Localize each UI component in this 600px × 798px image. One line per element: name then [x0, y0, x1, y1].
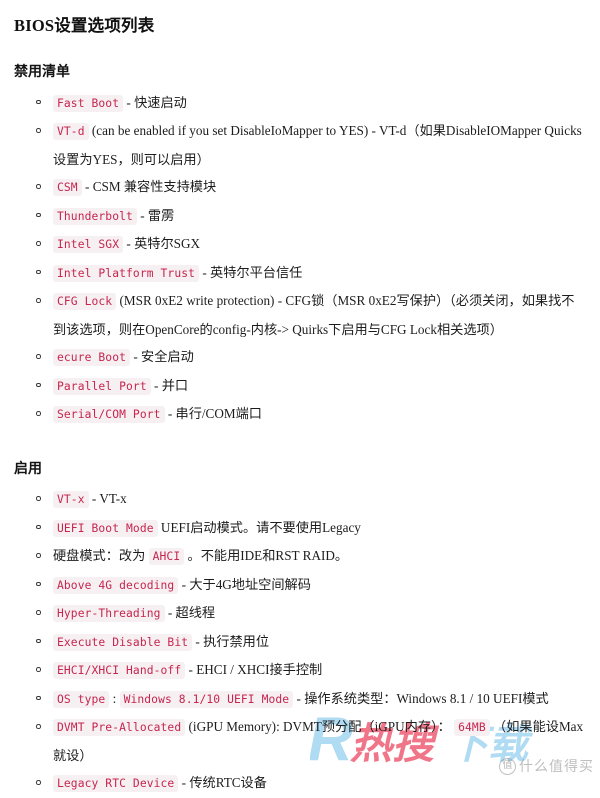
code-tag: UEFI Boot Mode — [53, 519, 158, 537]
item-text: - 英特尔SGX — [123, 236, 201, 252]
item-text: UEFI启动模式。请不要使用Legacy — [157, 519, 361, 535]
section-heading-disable: 禁用清单 — [14, 65, 70, 81]
enable-option-list: VT-x - VT-x UEFI Boot Mode UEFI启动模式。请不要使用… — [14, 485, 586, 798]
item-text: - 操作系统类型：Windows 8.1 / 10 UEFI模式 — [293, 690, 549, 706]
list-item: Intel Platform Trust - 英特尔平台信任 — [36, 259, 586, 288]
list-item: Fast Boot - 快速启动 — [36, 89, 586, 118]
item-text: - 并口 — [150, 377, 189, 393]
code-tag: CSM — [53, 179, 82, 197]
code-tag: ecure Boot — [53, 349, 131, 367]
code-tag: Parallel Port — [53, 377, 151, 395]
item-text: - 串行/COM端口 — [164, 406, 262, 422]
list-item: UEFI Boot Mode UEFI启动模式。请不要使用Legacy — [36, 514, 586, 543]
section-heading-enable: 启用 — [14, 461, 42, 477]
code-tag: DVMT Pre-Allocated — [53, 719, 186, 737]
code-tag: EHCI/XHCI Hand-off — [53, 662, 186, 680]
code-tag: OS type — [53, 690, 110, 708]
code-tag: Fast Boot — [53, 94, 124, 112]
item-text: - CSM 兼容性支持模块 — [81, 179, 217, 195]
item-text: - 雷雳 — [136, 207, 175, 223]
code-tag: 64MB — [454, 719, 490, 737]
code-tag: Intel Platform Trust — [53, 264, 200, 282]
list-item: Parallel Port - 并口 — [36, 372, 586, 401]
item-text: - 英特尔平台信任 — [199, 264, 303, 280]
list-item: 硬盘模式：改为 AHCI 。不能用IDE和RST RAID。 — [36, 542, 586, 571]
code-tag: VT-d — [53, 123, 89, 141]
code-tag: AHCI — [148, 548, 185, 566]
item-text: - 执行禁用位 — [192, 633, 270, 649]
list-item: EHCI/XHCI Hand-off - EHCI / XHCI接手控制 — [36, 656, 586, 685]
item-text: - 超线程 — [164, 605, 216, 621]
code-tag: Intel SGX — [53, 236, 124, 254]
code-tag: Execute Disable Bit — [53, 633, 193, 651]
item-text: - 安全启动 — [130, 349, 194, 365]
item-text: 硬盘模式：改为 — [53, 548, 149, 564]
item-text: - 快速启动 — [123, 94, 187, 110]
code-tag: CFG Lock — [53, 293, 117, 311]
list-item: VT-x - VT-x — [36, 485, 586, 514]
list-item: Thunderbolt - 雷雳 — [36, 202, 586, 231]
item-text: : — [109, 690, 120, 706]
document-page: BIOS设置选项列表 禁用清单 Fast Boot - 快速启动 VT-d (ca… — [0, 0, 600, 793]
page-title: BIOS设置选项列表 — [14, 16, 155, 35]
code-tag: Above 4G decoding — [53, 576, 179, 594]
list-item: CSM - CSM 兼容性支持模块 — [36, 173, 586, 202]
code-tag: Serial/COM Port — [53, 406, 165, 424]
list-item: Intel SGX - 英特尔SGX — [36, 230, 586, 259]
list-item: Hyper-Threading - 超线程 — [36, 599, 586, 628]
item-text: - 传统RTC设备 — [178, 775, 267, 791]
item-text: (can be enabled if you set DisableIoMapp… — [53, 123, 582, 167]
list-item: CFG Lock (MSR 0xE2 write protection) - C… — [36, 287, 586, 343]
item-text: - 大于4G地址空间解码 — [178, 576, 311, 592]
item-text: (iGPU Memory): DVMT预分配（iGPU内存）： — [185, 719, 455, 735]
code-tag: Hyper-Threading — [53, 605, 165, 623]
code-tag: Thunderbolt — [53, 207, 137, 225]
list-item: Execute Disable Bit - 执行禁用位 — [36, 628, 586, 657]
list-item: DVMT Pre-Allocated (iGPU Memory): DVMT预分… — [36, 713, 586, 769]
item-text: (MSR 0xE2 write protection) - CFG锁（MSR 0… — [53, 293, 575, 337]
disable-option-list: Fast Boot - 快速启动 VT-d (can be enabled if … — [14, 89, 586, 429]
item-text: - VT-x — [88, 491, 127, 507]
list-item: Above 4G decoding - 大于4G地址空间解码 — [36, 571, 586, 600]
list-item: OS type : Windows 8.1/10 UEFI Mode - 操作系… — [36, 685, 586, 714]
list-item: ecure Boot - 安全启动 — [36, 343, 586, 372]
list-item: Serial/COM Port - 串行/COM端口 — [36, 400, 586, 429]
list-item: VT-d (can be enabled if you set DisableI… — [36, 117, 586, 173]
code-tag: VT-x — [53, 491, 89, 509]
code-tag: Windows 8.1/10 UEFI Mode — [119, 690, 294, 708]
item-text: 。不能用IDE和RST RAID。 — [184, 548, 349, 564]
item-text: - EHCI / XHCI接手控制 — [185, 662, 323, 678]
